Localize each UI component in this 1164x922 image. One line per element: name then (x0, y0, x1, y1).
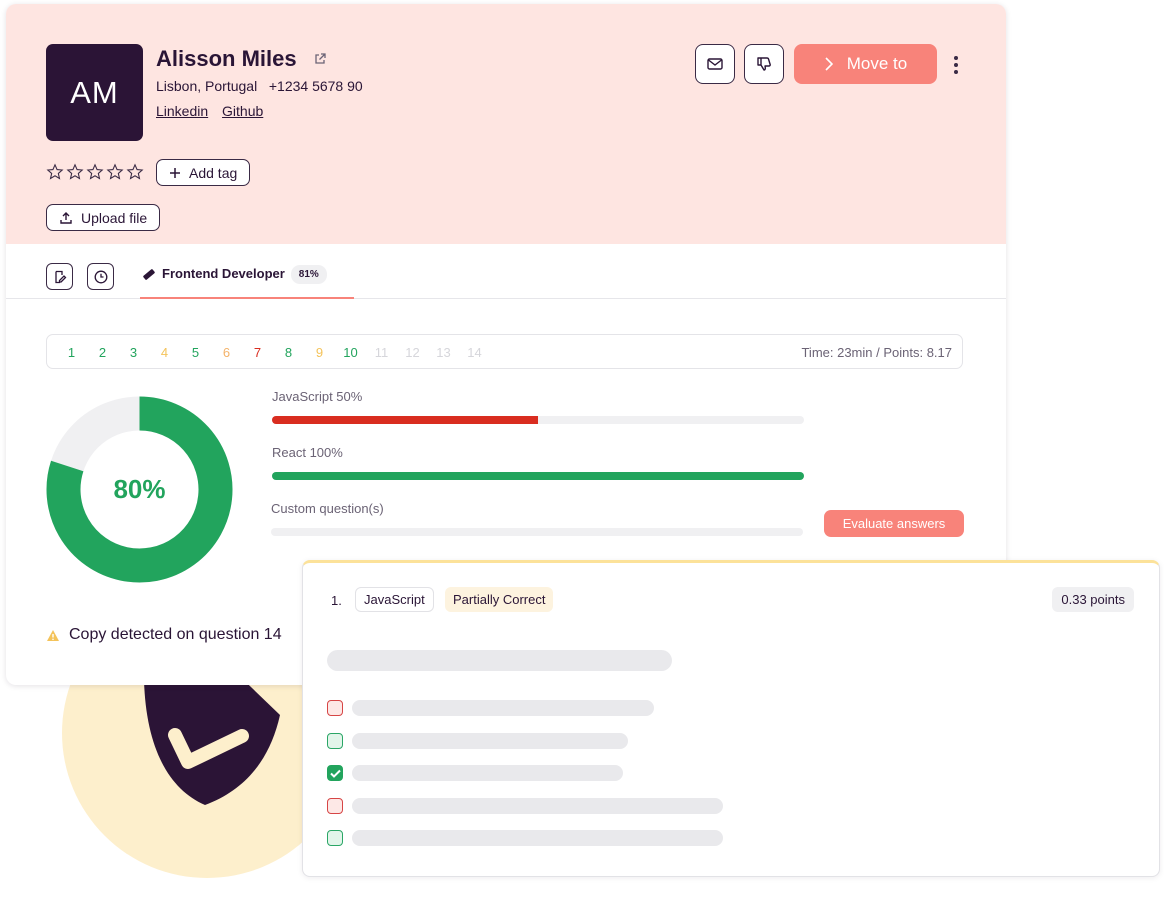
question-number-item[interactable]: 9 (304, 345, 335, 360)
question-number: 1. (331, 593, 342, 608)
upload-file-label: Upload file (81, 209, 148, 226)
question-number-item[interactable]: 7 (242, 345, 273, 360)
add-tag-label: Add tag (189, 164, 238, 181)
option-text-placeholder (352, 733, 628, 749)
question-number-item[interactable]: 1 (56, 345, 87, 360)
question-number-item[interactable]: 2 (87, 345, 118, 360)
question-number-item[interactable]: 8 (273, 345, 304, 360)
check-icon (329, 769, 341, 778)
skill-bar-fill (272, 416, 538, 424)
candidate-links: Linkedin Github (156, 103, 273, 119)
warning-icon (47, 629, 59, 641)
option-text-placeholder (352, 830, 723, 846)
skill-bar-react (272, 472, 804, 480)
question-numbers: 1 2 3 4 5 6 7 8 9 10 11 12 13 14 (64, 345, 490, 360)
answer-card: 1. JavaScript Partially Correct 0.33 poi… (302, 560, 1160, 877)
skill-label-javascript: JavaScript 50% (272, 389, 363, 404)
skill-label-custom: Custom question(s) (271, 501, 384, 516)
star-icon[interactable] (86, 163, 104, 181)
option-checkbox (327, 830, 343, 846)
tab-frontend-developer[interactable]: Frontend Developer 81% (140, 263, 354, 299)
option-checkbox (327, 700, 343, 716)
copy-warning-text: Copy detected on question 14 (69, 626, 282, 643)
question-number-item[interactable]: 5 (180, 345, 211, 360)
star-icon[interactable] (106, 163, 124, 181)
star-icon[interactable] (126, 163, 144, 181)
question-number-item[interactable]: 3 (118, 345, 149, 360)
answer-option (327, 765, 623, 781)
tab-label: Frontend Developer (162, 266, 285, 281)
candidate-phone: +1234 5678 90 (268, 78, 363, 94)
score-value: 80% (113, 474, 166, 504)
reject-button[interactable] (744, 44, 784, 84)
move-to-label: Move to (846, 54, 908, 73)
answer-option (327, 798, 723, 814)
skill-label-react: React 100% (272, 445, 343, 460)
question-number-item[interactable]: 6 (211, 345, 242, 360)
star-icon[interactable] (66, 163, 84, 181)
answer-status-badge: Partially Correct (445, 587, 554, 612)
option-text-placeholder (352, 700, 654, 716)
question-category-tag: JavaScript (355, 587, 434, 612)
skill-bar-custom (271, 528, 803, 536)
avatar: AM (46, 44, 143, 141)
linkedin-link[interactable]: Linkedin (156, 103, 208, 119)
external-link-icon[interactable] (313, 52, 327, 66)
candidate-name: Alisson Miles (156, 46, 297, 71)
question-navigator: 1 2 3 4 5 6 7 8 9 10 11 12 13 14 Time: 23min / Points… (46, 334, 963, 369)
question-number-item[interactable]: 10 (335, 345, 366, 360)
clock-icon (94, 270, 107, 283)
upload-icon (60, 211, 72, 224)
question-number-item[interactable]: 4 (149, 345, 180, 360)
move-to-button[interactable]: Move to (794, 44, 937, 84)
add-tag-button[interactable]: Add tag (156, 159, 251, 186)
tab-notes[interactable] (46, 263, 73, 290)
tab-bar: Frontend Developer 81% (6, 244, 1006, 299)
candidate-header: AM Alisson Miles Lisbon, Portugal +1234 … (6, 4, 1006, 244)
skill-bar-javascript (272, 416, 804, 424)
question-text-placeholder (327, 650, 672, 671)
option-checkbox (327, 798, 343, 814)
question-number-item[interactable]: 14 (459, 345, 490, 360)
option-text-placeholder (352, 798, 723, 814)
time-points-summary: Time: 23min / Points: 8.17 (801, 345, 952, 360)
copy-warning: Copy detected on question 14 (46, 626, 282, 644)
answer-option (327, 700, 654, 716)
answer-points-badge: 0.33 points (1052, 587, 1134, 612)
question-number-item[interactable]: 13 (428, 345, 459, 360)
star-rating[interactable] (46, 163, 144, 181)
chevron-right-icon (825, 57, 833, 71)
option-checkbox (327, 765, 343, 781)
answer-option (327, 830, 723, 846)
star-icon[interactable] (46, 163, 64, 181)
mail-icon (707, 58, 723, 70)
ruler-icon (143, 269, 155, 280)
tab-score-badge: 81% (290, 265, 327, 284)
upload-file-button[interactable]: Upload file (46, 204, 161, 231)
answer-option (327, 733, 628, 749)
more-options-icon[interactable] (954, 56, 958, 74)
email-button[interactable] (695, 44, 735, 84)
note-edit-icon (54, 270, 66, 283)
option-text-placeholder (352, 765, 623, 781)
candidate-location: Lisbon, Portugal (156, 78, 258, 94)
thumbs-down-icon (757, 57, 771, 71)
option-checkbox (327, 733, 343, 749)
evaluate-answers-button[interactable]: Evaluate answers (824, 510, 964, 537)
question-number-item[interactable]: 12 (397, 345, 428, 360)
skill-bar-fill (272, 472, 804, 480)
plus-icon (170, 167, 180, 178)
tab-history[interactable] (87, 263, 114, 290)
question-number-item[interactable]: 11 (366, 345, 397, 360)
github-link[interactable]: Github (222, 103, 263, 119)
candidate-contact: Lisbon, Portugal +1234 5678 90 (156, 78, 363, 94)
